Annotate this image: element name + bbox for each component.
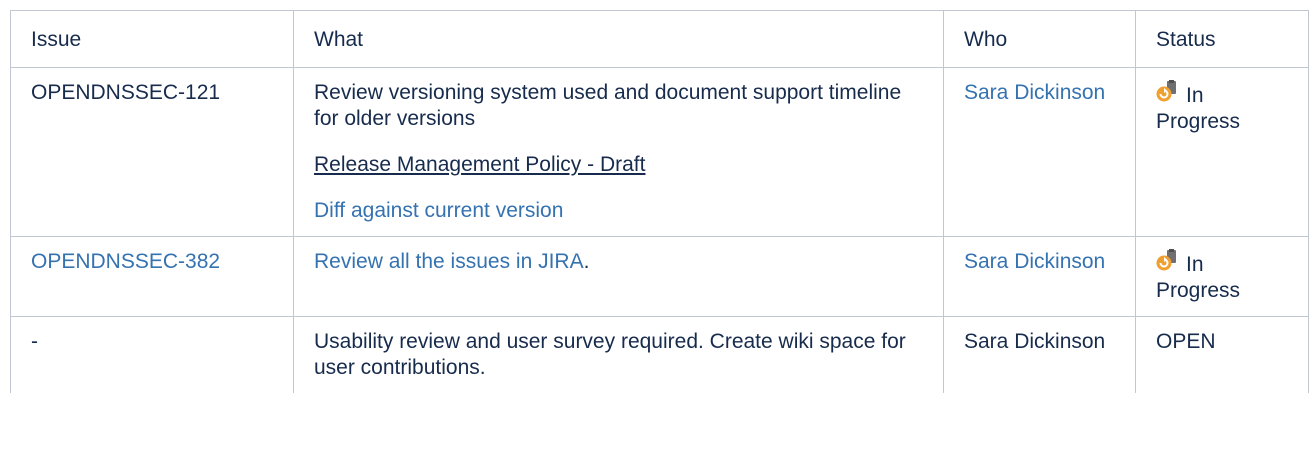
issue-key-link[interactable]: OPENDNSSEC-382 [31, 250, 220, 273]
in-progress-icon [1156, 80, 1176, 102]
status-cell: In Progress [1135, 236, 1309, 317]
issues-table: Issue What Who Status OPENDNSSEC-121 Rev… [10, 10, 1309, 393]
status-cell: OPEN [1135, 316, 1309, 393]
assignee-name: Sara Dickinson [964, 330, 1106, 353]
what-description: Usability review and user survey require… [314, 330, 906, 379]
who-cell: Sara Dickinson [943, 67, 1136, 237]
what-cell: Review versioning system used and docume… [293, 67, 944, 237]
column-header-issue: Issue [10, 10, 294, 68]
assignee-link[interactable]: Sara Dickinson [964, 81, 1105, 104]
issue-cell: OPENDNSSEC-382 [10, 236, 294, 317]
what-description: Review versioning system used and docume… [314, 81, 902, 130]
assignee-link[interactable]: Sara Dickinson [964, 250, 1105, 273]
issue-key: OPENDNSSEC-121 [31, 81, 221, 104]
status-label: OPEN [1156, 330, 1216, 353]
what-cell: Usability review and user survey require… [293, 316, 944, 393]
release-policy-link[interactable]: Release Management Policy - Draft [314, 153, 645, 176]
who-cell: Sara Dickinson [943, 236, 1136, 317]
status-cell: In Progress [1135, 67, 1309, 237]
issue-cell: - [10, 316, 294, 393]
in-progress-icon [1156, 249, 1176, 271]
what-cell: Review all the issues in JIRA. [293, 236, 944, 317]
table-row: - Usability review and user survey requi… [10, 316, 1309, 393]
issue-cell: OPENDNSSEC-121 [10, 67, 294, 237]
column-header-what: What [293, 10, 944, 68]
column-header-status: Status [1135, 10, 1309, 68]
diff-link[interactable]: Diff against current version [314, 199, 563, 222]
column-header-who: Who [943, 10, 1136, 68]
table-row: OPENDNSSEC-382 Review all the issues in … [10, 236, 1309, 317]
table-header-row: Issue What Who Status [10, 10, 1309, 68]
what-suffix: . [583, 250, 590, 273]
table-row: OPENDNSSEC-121 Review versioning system … [10, 67, 1309, 237]
issue-key: - [31, 330, 38, 353]
who-cell: Sara Dickinson [943, 316, 1136, 393]
jira-issues-link[interactable]: Review all the issues in JIRA [314, 250, 584, 273]
